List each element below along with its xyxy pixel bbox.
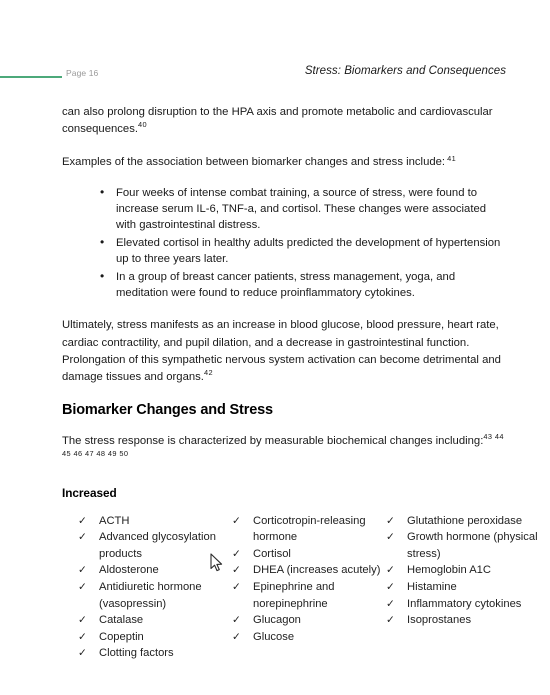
increased-column-3: Glutathione peroxidase Growth hormone (p… <box>386 513 540 662</box>
subsection-heading-increased: Increased <box>62 485 117 500</box>
list-item: Histamine <box>386 579 540 596</box>
paragraph-examples-lead: Examples of the association between biom… <box>62 154 508 171</box>
list-item: Glucose <box>232 629 386 646</box>
document-title: Stress: Biomarkers and Consequences <box>304 65 506 77</box>
increased-column-1: ACTH Advanced glycosylation products Ald… <box>78 513 232 662</box>
paragraph-summary: Ultimately, stress manifests as an incre… <box>62 317 508 386</box>
list-item: Aldosterone <box>78 562 232 579</box>
list-item: Inflammatory cytokines <box>386 596 540 613</box>
paragraph-summary-text: Ultimately, stress manifests as an incre… <box>62 319 501 384</box>
paragraph-intro: can also prolong disruption to the HPA a… <box>62 104 508 138</box>
list-item: Corticotropin-releasing hormone <box>232 513 386 546</box>
list-item: Antidiuretic hormone (vasopressin) <box>78 579 232 612</box>
paragraph-intro-text: can also prolong disruption to the HPA a… <box>62 106 493 136</box>
increased-column-2: Corticotropin-releasing hormone Cortisol… <box>232 513 386 662</box>
list-item: Catalase <box>78 612 232 629</box>
list-item: Elevated cortisol in healthy adults pred… <box>100 234 508 268</box>
check-list: Glutathione peroxidase Growth hormone (p… <box>386 513 540 629</box>
paragraph-examples-lead-text: Examples of the association between biom… <box>62 156 446 169</box>
check-list: Corticotropin-releasing hormone Cortisol… <box>232 513 386 646</box>
list-item: Glutathione peroxidase <box>386 513 540 530</box>
list-item: Advanced glycosylation products <box>78 529 232 562</box>
list-item: Clotting factors <box>78 645 232 662</box>
list-item: Copeptin <box>78 629 232 646</box>
header-accent-rule <box>0 76 62 78</box>
list-item: In a group of breast cancer patients, st… <box>100 268 508 302</box>
list-item: Epinephrine and norepinephrine <box>232 579 386 612</box>
section-heading: Biomarker Changes and Stress <box>62 402 273 419</box>
list-item: DHEA (increases acutely) <box>232 562 386 579</box>
list-item: Hemoglobin A1C <box>386 562 540 579</box>
paragraph-section-lead-text: The stress response is characterized by … <box>62 435 484 448</box>
examples-bullet-list: Four weeks of intense combat training, a… <box>62 184 508 302</box>
paragraph-section-lead: The stress response is characterized by … <box>62 433 508 467</box>
footnote-ref-42: 42 <box>203 368 213 378</box>
page-content: can also prolong disruption to the HPA a… <box>62 104 538 662</box>
page-number-label: Page 16 <box>66 68 99 78</box>
list-item: Four weeks of intense combat training, a… <box>100 184 508 234</box>
footnote-ref-41: 41 <box>447 153 457 163</box>
list-item: Cortisol <box>232 546 386 563</box>
increased-biomarkers-columns: ACTH Advanced glycosylation products Ald… <box>62 513 538 662</box>
page-running-header: Page 16 Stress: Biomarkers and Consequen… <box>0 64 550 90</box>
footnote-ref-40: 40 <box>138 120 148 130</box>
list-item: ACTH <box>78 513 232 530</box>
check-list: ACTH Advanced glycosylation products Ald… <box>78 513 232 662</box>
list-item: Isoprostanes <box>386 612 540 629</box>
list-item: Growth hormone (physical stress) <box>386 529 540 562</box>
list-item: Glucagon <box>232 612 386 629</box>
